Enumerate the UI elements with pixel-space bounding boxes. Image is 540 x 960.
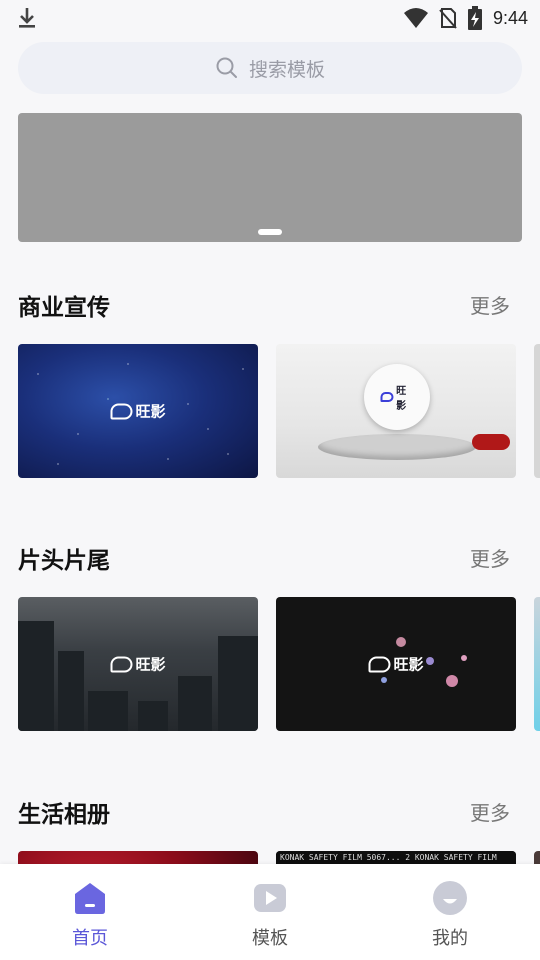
template-card[interactable]: 旺影 bbox=[18, 344, 258, 478]
more-link[interactable]: 更多 bbox=[470, 543, 510, 572]
template-logo: 旺影 bbox=[110, 654, 166, 675]
battery-charging-icon bbox=[467, 6, 482, 30]
nav-templates[interactable]: 模板 bbox=[180, 864, 360, 960]
nav-home-label: 首页 bbox=[72, 928, 108, 949]
template-logo: 旺影 bbox=[368, 654, 424, 675]
more-link[interactable]: 更多 bbox=[470, 797, 510, 826]
nav-profile[interactable]: 我的 bbox=[360, 864, 540, 960]
status-time: 9:44 bbox=[492, 7, 528, 28]
template-card-peek[interactable] bbox=[534, 597, 540, 731]
section-title: 片头片尾 bbox=[18, 548, 110, 574]
template-card-peek[interactable] bbox=[534, 344, 540, 478]
section-title: 商业宣传 bbox=[18, 295, 110, 321]
carousel-indicator bbox=[258, 229, 282, 235]
nav-profile-label: 我的 bbox=[432, 928, 468, 949]
template-card[interactable]: 旺影 bbox=[276, 597, 516, 731]
play-icon bbox=[254, 884, 286, 912]
status-bar: 9:44 bbox=[0, 0, 540, 36]
search-icon bbox=[216, 57, 237, 78]
film-caption: KONAK SAFETY FILM 5067... 2 KONAK SAFETY… bbox=[276, 851, 516, 865]
home-icon bbox=[75, 883, 105, 914]
template-card[interactable]: 旺影 bbox=[18, 597, 258, 731]
search-placeholder: 搜索模板 bbox=[248, 58, 325, 81]
section-title: 生活相册 bbox=[18, 802, 110, 828]
wifi-icon bbox=[403, 8, 428, 28]
no-sim-icon bbox=[439, 8, 457, 29]
nav-templates-label: 模板 bbox=[252, 928, 288, 949]
template-logo: 旺影 bbox=[110, 401, 166, 422]
card-row: 旺影 旺影 bbox=[18, 597, 540, 731]
template-logo: 旺影 bbox=[380, 382, 414, 412]
more-link[interactable]: 更多 bbox=[470, 290, 510, 319]
banner-carousel[interactable] bbox=[18, 113, 522, 242]
search-input[interactable]: 搜索模板 bbox=[18, 42, 522, 94]
template-card[interactable]: 旺影 bbox=[276, 344, 516, 478]
nav-home[interactable]: 首页 bbox=[0, 864, 180, 960]
profile-icon bbox=[433, 881, 467, 915]
card-row: 旺影 旺影 bbox=[18, 344, 540, 478]
bottom-nav: 首页 模板 我的 bbox=[0, 864, 540, 960]
download-icon bbox=[19, 8, 35, 28]
